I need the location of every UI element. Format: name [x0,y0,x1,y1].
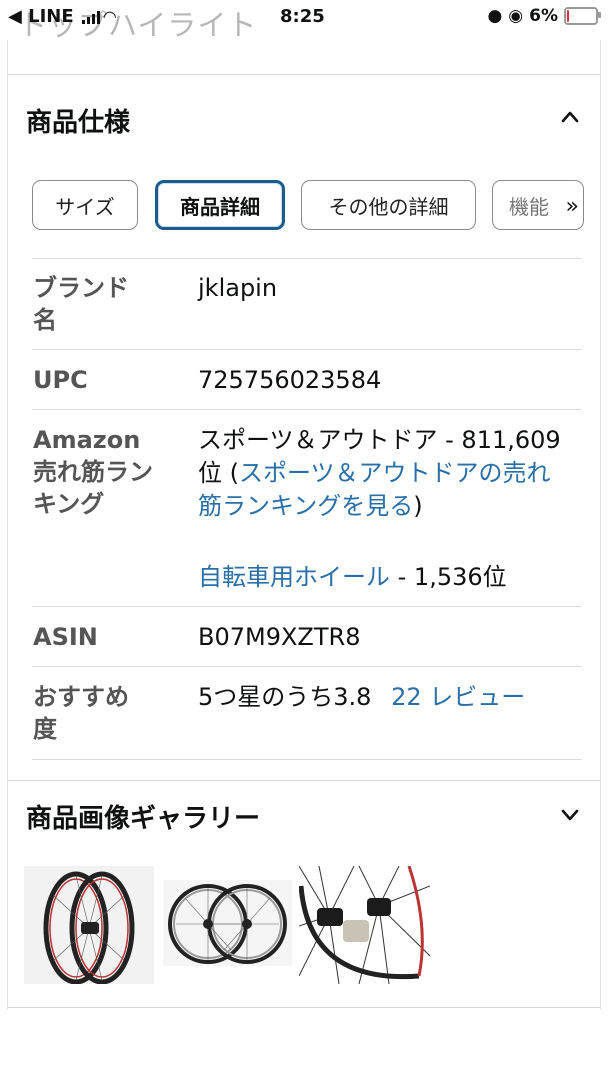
row-value: 725756023584 [198,366,382,394]
bottom-blank-area [0,1010,608,1080]
person-icon: ● [487,6,503,26]
row-divider [32,258,582,259]
battery-percent: 6% [529,6,558,26]
row-divider [32,759,582,760]
row-label: ブランド名 [33,274,129,334]
battery-icon [564,7,601,25]
row-label: おすすめ度 [33,683,129,743]
tab-other-details[interactable]: その他の詳細 [301,180,476,230]
rating-value: 5つ星のうち3.8 22 レビュー [198,681,568,714]
row-value: jklapin [198,274,278,302]
chevron-up-icon[interactable] [561,108,579,126]
tab-features[interactable]: 機能 » [492,180,584,230]
row-value: B07M9XZTR8 [198,623,361,651]
row-divider [32,349,582,350]
divider [8,74,600,75]
bicycle-wheel-category-link[interactable]: 自転車用ホイール [198,563,390,591]
back-to-app[interactable]: ◀ LINE ◠ [8,6,116,27]
tab-label: サイズ [55,194,115,219]
row-label: Amazon 売れ筋ランキング [33,426,153,518]
tab-label: 商品詳細 [180,194,260,219]
battery-fill [567,10,569,22]
frame-left-border [7,40,8,1080]
row-label: ASIN [33,623,98,651]
chevron-down-icon[interactable] [561,806,579,824]
wheel-set-side-image[interactable] [24,866,154,984]
wifi-icon: ◠ [103,7,116,26]
signal-icon [81,10,100,24]
specs-title: 商品仕様 [26,108,131,138]
status-right: ● ◉ 6% [487,6,601,26]
sub-rank-text: - 1,536位 [390,563,507,591]
rotation-lock-icon: ◉ [508,6,524,26]
row-divider [32,606,582,607]
gallery-title: 商品画像ギャラリー [26,804,261,834]
clock: 8:25 [280,6,325,27]
status-bar: トップハイライト ◀ LINE ◠ 8:25 ● ◉ 6% [0,0,608,42]
tab-label: その他の詳細 [328,194,449,219]
frame-right-border [600,40,601,1080]
hub-closeup-image[interactable] [299,866,430,984]
reviews-link[interactable]: 22 レビュー [391,683,525,711]
divider [8,1007,600,1008]
rating-text: 5つ星のうち3.8 [198,683,372,711]
sub-ranking-value: 自転車用ホイール - 1,536位 [198,561,568,594]
row-label: UPC [33,366,88,394]
wheel-pair-image[interactable] [163,866,292,984]
row-divider [32,409,582,410]
category-ranking-link[interactable]: スポーツ＆アウトドアの売れ筋ランキングを見る [198,459,551,520]
paren-open: ( [222,459,239,487]
ranking-value: スポーツ＆アウトドア - 811,609位 (スポーツ＆アウトドアの売れ筋ランキ… [198,424,568,523]
tab-product-details[interactable]: 商品詳細 [155,180,285,230]
tab-label: 機能 [509,194,549,219]
row-divider [32,666,582,667]
scroll-right-icon[interactable]: » [566,194,579,219]
divider [8,780,600,781]
back-app-label: ◀ LINE [8,6,74,27]
paren-close: ) [413,492,423,520]
tab-size[interactable]: サイズ [32,180,138,230]
